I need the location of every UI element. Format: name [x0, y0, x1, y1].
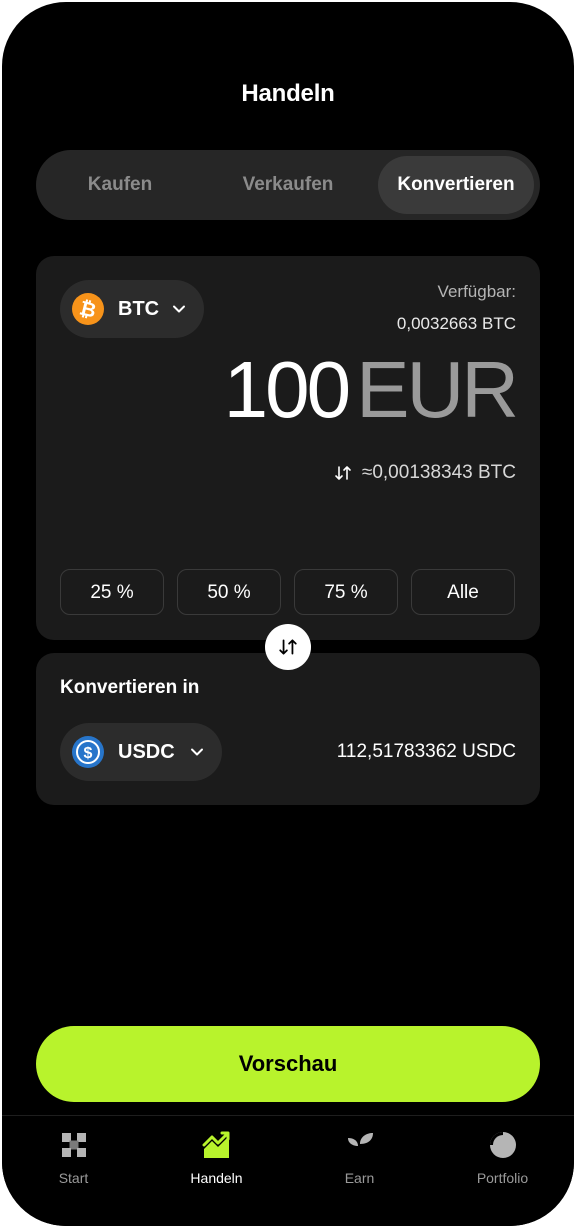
svg-text:$: $ [84, 745, 93, 762]
from-card: ₿ BTC Verfügbar: 0,0032663 BTC 100 EUR ≈0… [36, 256, 540, 640]
to-asset-selector[interactable]: $ USDC [60, 723, 222, 781]
percent-75-button[interactable]: 75 % [294, 569, 398, 615]
bitcoin-icon: ₿ [72, 293, 104, 325]
swap-direction-button[interactable] [265, 624, 311, 670]
preview-button[interactable]: Vorschau [36, 1026, 540, 1102]
tab-earn[interactable]: Earn [288, 1116, 431, 1206]
from-asset-label: BTC [118, 298, 160, 320]
chevron-down-icon [173, 305, 185, 313]
trade-mode-segmented-control: Kaufen Verkaufen Konvertieren [36, 150, 540, 220]
amount-currency: EUR [356, 345, 519, 434]
page-title: Handeln [241, 80, 335, 107]
trade-chart-icon [202, 1131, 229, 1158]
percent-all-button[interactable]: Alle [411, 569, 515, 615]
pie-chart-icon [489, 1132, 516, 1158]
tab-buy[interactable]: Kaufen [44, 156, 196, 214]
tab-earn-label: Earn [344, 1170, 375, 1186]
approx-value: ≈0,00138343 BTC [361, 462, 516, 483]
svg-text:₿: ₿ [77, 297, 98, 322]
sprout-icon [347, 1133, 373, 1157]
approx-conversion: ≈0,00138343 BTC [334, 462, 516, 484]
tab-portfolio[interactable]: Portfolio [431, 1116, 574, 1206]
tab-portfolio-label: Portfolio [476, 1170, 529, 1186]
to-card: Konvertieren in $ USDC 112,51783362 USDC [36, 653, 540, 805]
start-icon [61, 1133, 86, 1157]
tab-start[interactable]: Start [2, 1116, 145, 1206]
amount-value: 100 [223, 345, 351, 434]
available-label: Verfügbar: [437, 282, 516, 301]
percent-25-button[interactable]: 25 % [60, 569, 164, 615]
tab-handeln[interactable]: Handeln [145, 1116, 288, 1206]
swap-arrows-icon [279, 639, 297, 655]
convert-to-label: Konvertieren in [60, 677, 200, 698]
available-value: 0,0032663 BTC [396, 314, 516, 333]
usdc-icon: $ [72, 736, 104, 768]
from-asset-selector[interactable]: ₿ BTC [60, 280, 204, 338]
tab-start-label: Start [58, 1170, 89, 1186]
swap-arrows-icon[interactable] [334, 464, 352, 482]
tab-handeln-label: Handeln [190, 1170, 243, 1186]
tab-convert[interactable]: Konvertieren [378, 156, 534, 214]
to-asset-label: USDC [118, 741, 175, 763]
percent-50-button[interactable]: 50 % [177, 569, 281, 615]
tab-sell[interactable]: Verkaufen [212, 156, 364, 214]
converted-value: 112,51783362 USDC [336, 741, 516, 762]
phone-screen: Handeln Kaufen Verkaufen Konvertieren ₿ … [2, 2, 574, 1226]
amount-display[interactable]: 100 EUR [223, 345, 519, 434]
chevron-down-icon [191, 748, 203, 756]
bottom-tab-bar: Start Handeln Earn Portfolio [2, 1115, 574, 1226]
